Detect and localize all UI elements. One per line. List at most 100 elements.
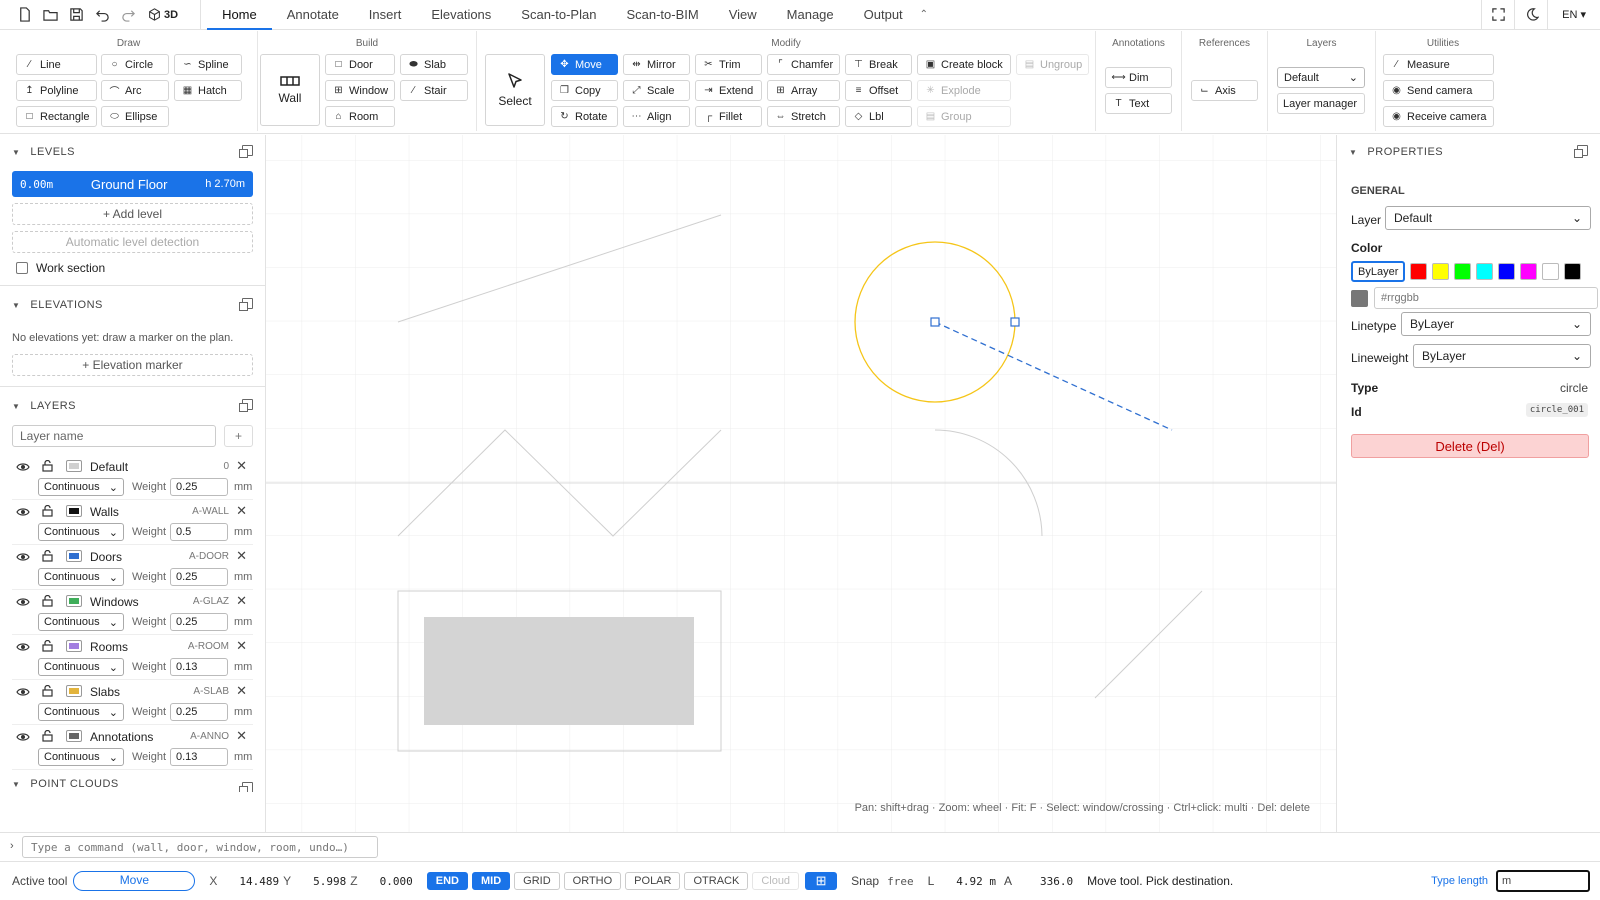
toggle-grid[interactable]: GRID <box>514 872 560 890</box>
stretch-button[interactable]: ⇔ Stretch <box>767 106 840 127</box>
layer-manager-button[interactable]: Layer manager <box>1277 93 1365 114</box>
toggle-cloud[interactable]: Cloud <box>752 872 800 890</box>
tab-insert[interactable]: Insert <box>354 0 417 30</box>
spline-button[interactable]: ∽ Spline <box>174 54 242 75</box>
lock-icon[interactable] <box>42 595 53 607</box>
layer-weight-input[interactable]: 0.5 <box>170 523 228 541</box>
label-button[interactable]: ◇ Lbl <box>845 106 912 127</box>
popout-icon[interactable] <box>1574 145 1588 158</box>
delete-layer-icon[interactable]: ✕ <box>236 638 247 654</box>
tab-scan-to-bim[interactable]: Scan-to-BIM <box>611 0 713 30</box>
layer-color-swatch[interactable] <box>66 685 82 697</box>
layer-weight-input[interactable]: 0.13 <box>170 748 228 766</box>
layer-weight-input[interactable]: 0.25 <box>170 478 228 496</box>
layer-weight-input[interactable]: 0.25 <box>170 613 228 631</box>
slab-button[interactable]: ⬬ Slab <box>400 54 468 75</box>
lineweight-select[interactable]: ByLayer ⌄ <box>1413 344 1591 368</box>
tab-home[interactable]: Home <box>207 0 272 30</box>
layer-linetype-select[interactable]: Continuous ⌄ <box>38 613 124 631</box>
measure-button[interactable]: ∕ Measure <box>1383 54 1494 75</box>
point-clouds-header[interactable]: ▼ POINT CLOUDS <box>0 776 265 792</box>
layer-row[interactable]: Annotations A-ANNO ✕ Continuous ⌄ Weight 0.13 m… <box>12 725 253 770</box>
color-swatch[interactable] <box>1410 263 1428 280</box>
align-button[interactable]: ⋯ Align <box>623 106 690 127</box>
tab-output[interactable]: Output <box>849 0 918 30</box>
layer-color-swatch[interactable] <box>66 505 82 517</box>
color-swatch[interactable] <box>1564 263 1582 280</box>
layer-weight-input[interactable]: 0.25 <box>170 568 228 586</box>
layer-color-swatch[interactable] <box>66 460 82 472</box>
lock-icon[interactable] <box>42 505 53 517</box>
undo-icon[interactable] <box>92 5 112 25</box>
arc-button[interactable]: ⌒ Arc <box>101 80 169 101</box>
dark-mode-icon[interactable] <box>1514 0 1547 30</box>
circle-button[interactable]: ○ Circle <box>101 54 169 75</box>
toggle-ortho[interactable]: ORTHO <box>563 872 622 890</box>
rotate-button[interactable]: ↻ Rotate <box>551 106 618 127</box>
copy-button[interactable]: ❐ Copy <box>551 80 618 101</box>
grid-snap-icon[interactable]: ⊞ <box>805 872 838 890</box>
layer-linetype-select[interactable]: Continuous ⌄ <box>38 523 124 541</box>
rectangle-button[interactable]: □ Rectangle <box>16 106 97 127</box>
trim-button[interactable]: ✂ Trim <box>695 54 762 75</box>
popout-icon[interactable] <box>239 782 253 792</box>
collapse-ribbon-icon[interactable]: ⌃ <box>920 9 928 20</box>
type-length-input[interactable]: m <box>1496 870 1590 892</box>
lock-icon[interactable] <box>42 550 53 562</box>
levels-header[interactable]: ▼ LEVELS <box>0 139 265 165</box>
tab-scan-to-plan[interactable]: Scan-to-Plan <box>506 0 611 30</box>
tab-manage[interactable]: Manage <box>772 0 849 30</box>
active-tool-pill[interactable]: Move <box>73 871 196 891</box>
line-button[interactable]: ∕ Line <box>16 54 97 75</box>
layer-linetype-select[interactable]: Continuous ⌄ <box>38 568 124 586</box>
auto-level-detection-button[interactable]: Automatic level detection <box>12 231 253 253</box>
hex-color-input[interactable]: #rrggbb <box>1374 287 1598 309</box>
new-file-icon[interactable] <box>14 5 34 25</box>
hex-color-preview[interactable] <box>1351 289 1368 307</box>
drawing-canvas[interactable]: Pan: shift+drag · Zoom: wheel · Fit: F ·… <box>266 135 1336 832</box>
delete-button[interactable]: Delete (Del) <box>1351 434 1589 458</box>
toggle-otrack[interactable]: OTRACK <box>684 872 749 890</box>
layers-header[interactable]: ▼ LAYERS <box>0 393 265 419</box>
toggle-mid[interactable]: MID <box>471 872 511 890</box>
layer-color-swatch[interactable] <box>66 730 82 742</box>
eye-icon[interactable] <box>16 552 30 562</box>
center-grip[interactable] <box>930 317 940 327</box>
add-layer-button[interactable]: + <box>224 425 253 447</box>
window-button[interactable]: ⊞ Window <box>325 80 395 101</box>
room-button[interactable]: ⌂ Room <box>325 106 395 127</box>
scale-button[interactable]: ⤢ Scale <box>623 80 690 101</box>
send-camera-button[interactable]: ◉ Send camera <box>1383 80 1494 101</box>
layer-row[interactable]: Windows A-GLAZ ✕ Continuous ⌄ Weight 0.25 mm <box>12 590 253 635</box>
layer-color-swatch[interactable] <box>66 595 82 607</box>
mirror-button[interactable]: ⇹ Mirror <box>623 54 690 75</box>
move-button[interactable]: ✥ Move <box>551 54 618 75</box>
fullscreen-icon[interactable] <box>1481 0 1514 30</box>
lock-icon[interactable] <box>42 640 53 652</box>
tab-view[interactable]: View <box>714 0 772 30</box>
door-button[interactable]: □ Door <box>325 54 395 75</box>
eye-icon[interactable] <box>16 687 30 697</box>
eye-icon[interactable] <box>16 462 30 472</box>
delete-layer-icon[interactable]: ✕ <box>236 548 247 564</box>
elevations-header[interactable]: ▼ ELEVATIONS <box>0 292 265 318</box>
color-swatch[interactable] <box>1542 263 1560 280</box>
bylayer-color-button[interactable]: ByLayer <box>1351 261 1406 282</box>
layer-linetype-select[interactable]: Continuous ⌄ <box>38 748 124 766</box>
group-button[interactable]: ▤ Group <box>917 106 1011 127</box>
save-icon[interactable] <box>66 5 86 25</box>
create-block-button[interactable]: ▣ Create block <box>917 54 1011 75</box>
open-folder-icon[interactable] <box>40 5 60 25</box>
fillet-button[interactable]: ┌ Fillet <box>695 106 762 127</box>
select-button[interactable]: Select <box>485 54 545 126</box>
explode-button[interactable]: ✳ Explode <box>917 80 1011 101</box>
level-row-ground-floor[interactable]: 0.00m Ground Floor h 2.70m <box>12 171 253 197</box>
popout-icon[interactable] <box>239 399 253 412</box>
receive-camera-button[interactable]: ◉ Receive camera <box>1383 106 1494 127</box>
tab-annotate[interactable]: Annotate <box>272 0 354 30</box>
delete-layer-icon[interactable]: ✕ <box>236 458 247 474</box>
quadrant-grip[interactable] <box>1010 317 1020 327</box>
eye-icon[interactable] <box>16 597 30 607</box>
dim-button[interactable]: ⟷ Dim <box>1105 67 1172 88</box>
hatch-button[interactable]: ▦ Hatch <box>174 80 242 101</box>
